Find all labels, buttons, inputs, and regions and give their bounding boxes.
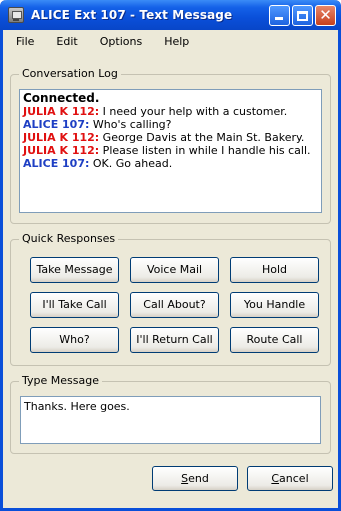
voice-mail-button[interactable]: Voice Mail: [130, 257, 219, 283]
phone-app-icon: [8, 7, 24, 23]
conversation-log-label: Conversation Log: [19, 67, 121, 80]
ill-take-call-button[interactable]: I'll Take Call: [30, 292, 119, 318]
close-button[interactable]: ✕: [315, 5, 336, 26]
type-message-group: Type Message Thanks. Here goes.: [10, 374, 331, 454]
conversation-log-group: Conversation Log Connected. JULIA K 112:…: [10, 67, 331, 224]
window-controls: ✕: [269, 5, 336, 26]
cancel-label-rest: ancel: [279, 472, 309, 485]
log-message: JULIA K 112: I need your help with a cus…: [23, 105, 318, 118]
message-speaker: JULIA K 112:: [23, 105, 100, 118]
cancel-mnemonic: C: [271, 472, 280, 485]
message-speaker: JULIA K 112:: [23, 144, 100, 157]
message-text: OK. Go ahead.: [89, 157, 173, 170]
log-message: ALICE 107: OK. Go ahead.: [23, 157, 318, 170]
quick-responses-group: Quick Responses Take Message Voice Mail …: [10, 232, 331, 366]
maximize-icon: [297, 10, 308, 21]
menu-bar: File Edit Options Help: [3, 30, 338, 52]
message-speaker: ALICE 107:: [23, 157, 90, 170]
quick-responses-label: Quick Responses: [19, 232, 119, 245]
send-button[interactable]: Send: [152, 466, 238, 491]
menu-edit[interactable]: Edit: [48, 35, 85, 48]
message-text: I need your help with a customer.: [99, 105, 288, 118]
log-message: JULIA K 112: Please listen in while I ha…: [23, 144, 318, 157]
quick-responses-grid: Take Message Voice Mail Hold I'll Take C…: [30, 257, 319, 353]
conversation-log[interactable]: Connected. JULIA K 112: I need your help…: [19, 89, 322, 213]
send-label-rest: end: [188, 472, 209, 485]
text-message-window: ALICE Ext 107 - Text Message ✕ File Edit…: [0, 0, 341, 511]
you-handle-button[interactable]: You Handle: [230, 292, 319, 318]
log-message: JULIA K 112: George Davis at the Main St…: [23, 131, 318, 144]
ill-return-call-button[interactable]: I'll Return Call: [130, 327, 219, 353]
message-text: George Davis at the Main St. Bakery.: [99, 131, 305, 144]
call-about-button[interactable]: Call About?: [130, 292, 219, 318]
close-icon: ✕: [319, 6, 332, 24]
message-text: Who's calling?: [89, 118, 172, 131]
window-title: ALICE Ext 107 - Text Message: [31, 8, 233, 22]
message-text: Please listen in while I handle his call…: [99, 144, 311, 157]
message-speaker: ALICE 107:: [23, 118, 90, 131]
hold-button[interactable]: Hold: [230, 257, 319, 283]
title-bar[interactable]: ALICE Ext 107 - Text Message ✕: [0, 0, 341, 30]
maximize-button[interactable]: [292, 5, 313, 26]
connection-status: Connected.: [23, 91, 100, 105]
message-input[interactable]: Thanks. Here goes.: [20, 396, 321, 444]
cancel-button[interactable]: Cancel: [247, 466, 333, 491]
who-button[interactable]: Who?: [30, 327, 119, 353]
menu-file[interactable]: File: [8, 35, 42, 48]
log-message: ALICE 107: Who's calling?: [23, 118, 318, 131]
route-call-button[interactable]: Route Call: [230, 327, 319, 353]
menu-options[interactable]: Options: [92, 35, 150, 48]
take-message-button[interactable]: Take Message: [30, 257, 119, 283]
menu-help[interactable]: Help: [156, 35, 197, 48]
message-speaker: JULIA K 112:: [23, 131, 100, 144]
minimize-button[interactable]: [269, 5, 290, 26]
type-message-label: Type Message: [19, 374, 102, 387]
minimize-icon: [275, 17, 283, 20]
